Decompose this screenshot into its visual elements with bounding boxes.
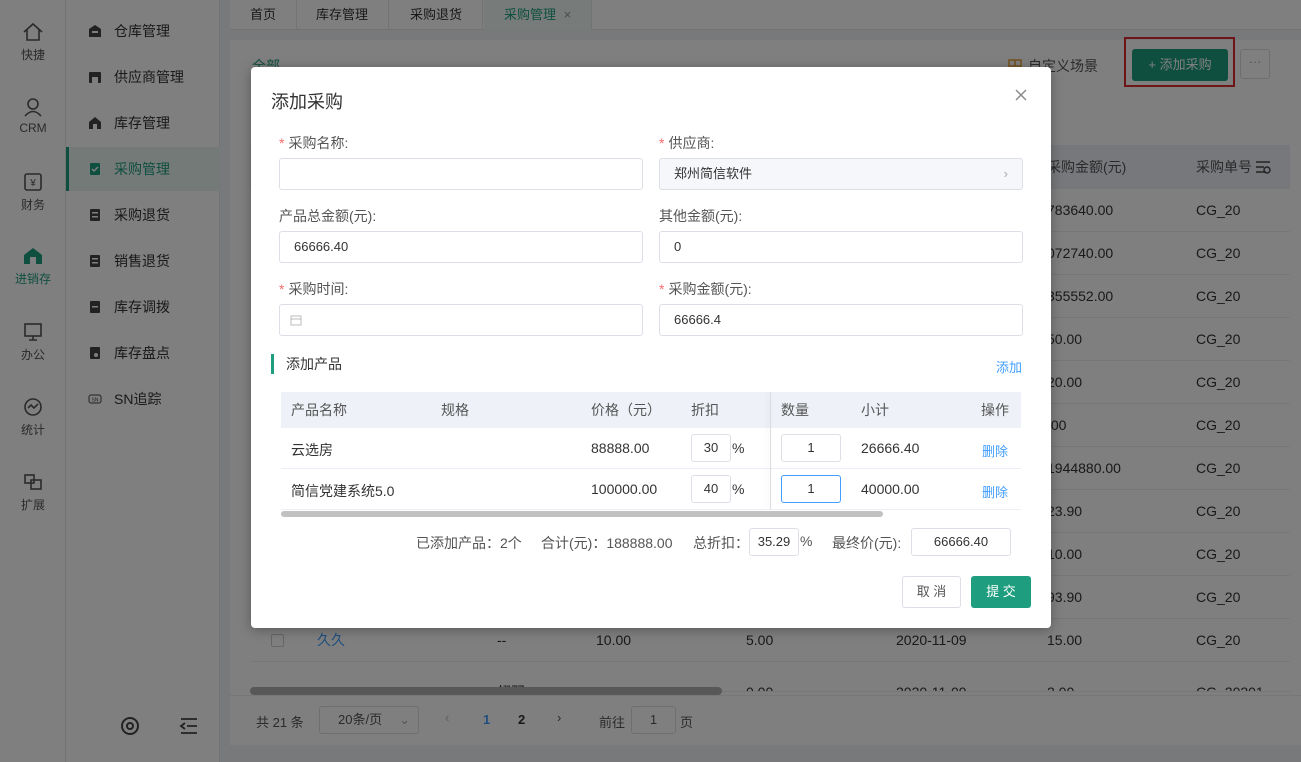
product-subtotal: 40000.00 [861,481,920,497]
percent-sign: % [732,481,745,497]
add-purchase-dialog: 添加采购 * 采购名称: * 供应商: 郑州简信软件 › 产品总金额(元): 6666… [251,67,1051,628]
delete-product-link[interactable]: 删除 [982,441,1008,460]
required-mark: * [659,135,665,151]
purchase-amount-label: * 采购金额(元): [659,279,752,299]
other-amount-label: 其他金额(元): [659,208,743,224]
submit-button[interactable]: 提 交 [971,576,1031,608]
final-price-label: 最终价(元): [832,535,902,551]
qty-input[interactable]: 1 [781,475,841,503]
percent-sign: % [732,440,745,456]
discount-input[interactable]: 40 [691,475,731,503]
required-mark: * [659,281,665,297]
product-count: 已添加产品：2个 [416,535,522,551]
product-name: 云选房 [291,442,333,458]
label-text: 供应商: [668,135,715,151]
calendar-icon [290,315,302,326]
supplier-value: 郑州简信软件 [674,166,753,181]
product-price: 88888.00 [591,440,650,456]
purchase-time-label: * 采购时间: [279,279,348,299]
product-row: 云选房 88888.00 30 % 1 26666.40 删除 [281,428,1021,469]
discount-input[interactable]: 30 [691,434,731,462]
close-icon[interactable] [1013,87,1029,103]
label-text: 采购时间: [288,281,349,297]
cancel-button[interactable]: 取 消 [902,576,961,608]
supplier-select[interactable]: 郑州简信软件 › [659,158,1023,190]
required-mark: * [279,135,285,151]
purchase-name-label: * 采购名称: [279,133,348,153]
product-subtotal: 26666.40 [861,440,920,456]
add-product-link[interactable]: 添加 [996,357,1022,376]
purchase-amount-input[interactable]: 66666.4 [659,304,1023,336]
label-text: 采购名称: [288,135,349,151]
product-table-scrollbar[interactable] [281,511,883,517]
purchase-time-picker[interactable] [279,304,643,336]
required-mark: * [279,281,285,297]
supplier-label: * 供应商: [659,133,714,153]
fixed-column-divider [770,392,771,509]
delete-product-link[interactable]: 删除 [982,482,1008,501]
add-product-section-title: 添加产品 [271,354,342,374]
other-amount-input[interactable]: 0 [659,231,1023,263]
dialog-title: 添加采购 [271,92,343,112]
product-total-sum: 合计(元)：188888.00 [541,535,673,551]
product-price: 100000.00 [591,481,658,497]
percent-sign: % [800,533,813,549]
product-row: 简信党建系统5.0 100000.00 40 % 1 40000.00 删除 [281,469,1021,510]
header-qty: 数量 [781,402,809,418]
qty-input[interactable]: 1 [781,434,841,462]
header-subtotal: 小计 [861,402,889,418]
header-discount: 折扣 [691,402,719,418]
total-discount-input[interactable]: 35.29 [749,528,799,556]
product-total-input[interactable]: 66666.40 [279,231,643,263]
header-op: 操作 [981,402,1009,418]
total-discount-label: 总折扣： [693,535,749,551]
header-product-name: 产品名称 [291,402,347,418]
chevron-right-icon: › [1003,166,1008,181]
purchase-name-input[interactable] [279,158,643,190]
header-price: 价格（元） [591,402,661,418]
product-table-header: 产品名称 规格 价格（元） 折扣 数量 小计 操作 [281,392,1021,428]
final-price-input[interactable]: 66666.40 [911,528,1011,556]
header-spec: 规格 [441,402,469,418]
product-name: 简信党建系统5.0 [291,483,395,499]
label-text: 采购金额(元): [668,281,752,297]
product-table: 产品名称 规格 价格（元） 折扣 数量 小计 操作 云选房 88888.00 3… [281,392,1021,514]
product-total-label: 产品总金额(元): [279,208,377,224]
